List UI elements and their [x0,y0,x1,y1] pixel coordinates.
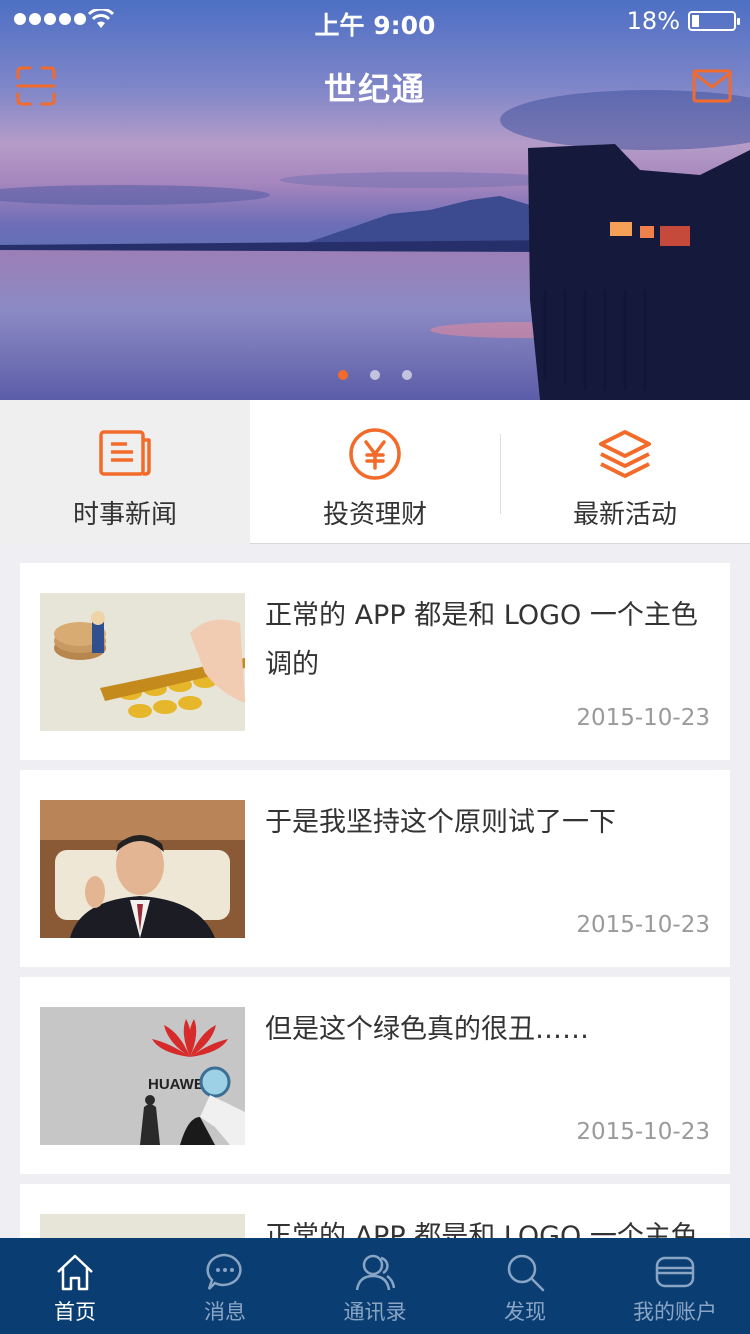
news-item[interactable]: 于是我坚持这个原则试了一下 2015-10-23 [20,770,730,967]
news-date: 2015-10-23 [576,912,710,938]
mail-icon[interactable] [692,69,732,103]
yuan-icon [349,428,401,480]
card-icon [655,1256,695,1288]
tab-contacts[interactable]: 通讯录 [300,1238,450,1334]
news-item[interactable]: HUAWEI 但是这个绿色真的很丑…… 2015-10-23 [20,977,730,1174]
carousel-dot[interactable] [402,370,412,380]
news-thumbnail-portrait [40,800,245,938]
tab-label: 通讯录 [343,1300,407,1324]
huawei-logo-text: HUAWEI [148,1076,208,1093]
category-investment[interactable]: 投资理财 [250,400,500,544]
tab-discover[interactable]: 发现 [450,1238,600,1334]
news-headline: 但是这个绿色真的很丑…… [265,1014,589,1045]
carousel-dot[interactable] [338,370,348,380]
news-thumbnail-huawei: HUAWEI [40,1007,245,1145]
home-icon [57,1254,93,1291]
news-date: 2015-10-23 [576,1119,710,1145]
carousel-indicator [0,370,750,380]
category-label: 最新活动 [572,500,677,530]
tab-home[interactable]: 首页 [0,1238,150,1334]
hero-banner[interactable]: 上午 9:00 18% 世纪通 [0,0,750,400]
tab-label: 消息 [204,1300,246,1324]
category-label: 投资理财 [322,500,427,530]
news-item[interactable]: 正常的 APP 都是和 LOGO 一个主色调的 2015-10-23 [20,563,730,760]
page-title: 世纪通 [323,70,426,108]
contacts-icon [355,1254,395,1291]
category-activity[interactable]: 最新活动 [500,400,750,544]
carousel-dot[interactable] [370,370,380,380]
status-bar: 上午 9:00 18% [0,0,750,40]
news-icon [99,430,151,476]
news-headline: 正常的 APP 都是和 LOGO 一个主色调的 [265,600,698,680]
news-thumbnail-abacus [40,593,245,731]
layers-icon [599,430,651,478]
tab-label: 我的账户 [633,1300,717,1324]
divider [500,434,501,514]
tab-messages[interactable]: 消息 [150,1238,300,1334]
category-bar: 时事新闻 投资理财 最新活动 [0,400,750,544]
news-list: 正常的 APP 都是和 LOGO 一个主色调的 2015-10-23 于是我坚持… [20,563,730,1334]
category-label: 时事新闻 [72,500,177,530]
tab-label: 首页 [54,1300,96,1324]
tab-label: 发现 [504,1300,546,1324]
bottom-tab-bar: 首页 消息 通讯录 发现 我的账户 [0,1238,750,1334]
tab-my-account[interactable]: 我的账户 [600,1238,750,1334]
chat-icon [206,1253,242,1290]
banner-scenery-image [0,90,750,400]
category-news[interactable]: 时事新闻 [0,400,250,544]
battery-icon [688,11,740,31]
news-headline: 于是我坚持这个原则试了一下 [265,807,616,838]
battery-percent: 18% [626,7,680,35]
news-date: 2015-10-23 [576,705,710,731]
search-icon [507,1254,545,1292]
